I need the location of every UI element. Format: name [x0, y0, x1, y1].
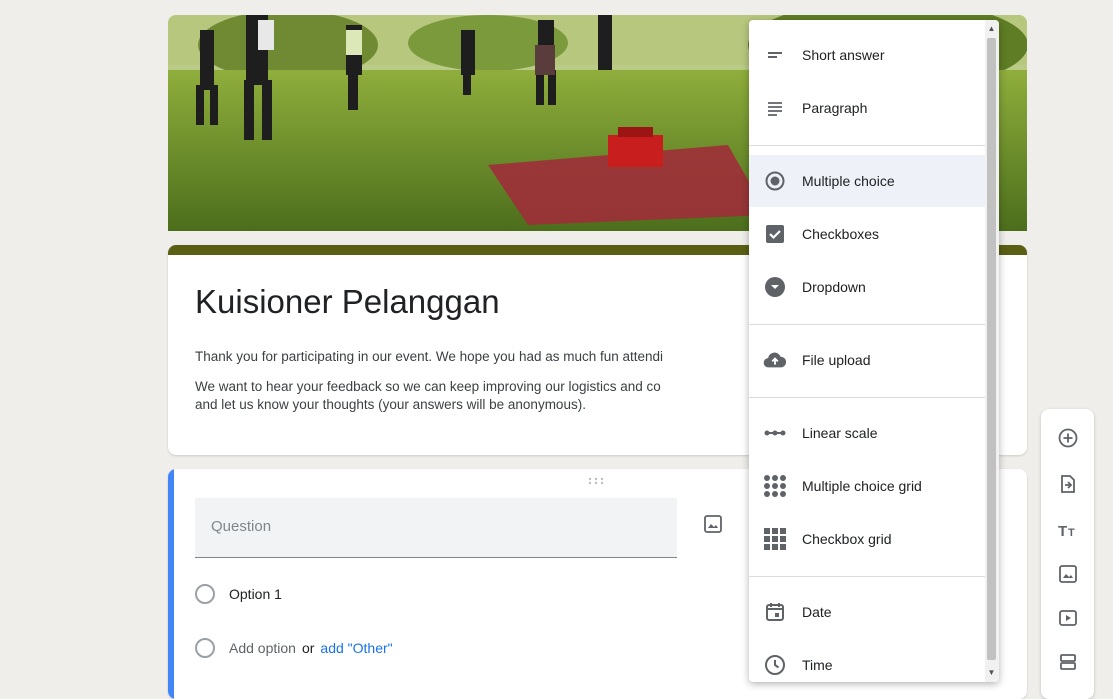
menu-item-label: Multiple choice grid — [802, 478, 922, 494]
menu-item-paragraph[interactable]: Paragraph — [749, 82, 985, 134]
svg-text:T: T — [1068, 527, 1075, 539]
menu-divider — [749, 576, 985, 577]
menu-item-time[interactable]: Time — [749, 639, 985, 682]
menu-item-label: Paragraph — [802, 100, 868, 116]
question-input[interactable]: Question — [195, 498, 677, 558]
menu-item-multiple-choice[interactable]: Multiple choice — [749, 155, 985, 207]
menu-item-multiple-choice-grid[interactable]: Multiple choice grid — [749, 460, 985, 512]
description-line: Thank you for participating in our event… — [195, 349, 664, 364]
add-image-icon[interactable] — [703, 514, 723, 539]
menu-scrollbar[interactable]: ▲ ▼ — [985, 20, 999, 682]
menu-item-date[interactable]: Date — [749, 586, 985, 638]
menu-item-label: Linear scale — [802, 425, 878, 441]
drag-handle-icon[interactable] — [587, 477, 605, 485]
menu-item-file-upload[interactable]: File upload — [749, 334, 985, 386]
short-answer-icon — [763, 43, 787, 67]
active-card-indicator — [168, 469, 174, 699]
menu-divider — [749, 324, 985, 325]
menu-item-label: Time — [802, 657, 833, 673]
checkbox-grid-icon — [763, 527, 787, 551]
add-title-icon[interactable]: TT — [1056, 518, 1080, 542]
add-video-icon[interactable] — [1056, 606, 1080, 630]
clock-icon — [763, 653, 787, 677]
form-title[interactable]: Kuisioner Pelanggan — [195, 283, 500, 321]
menu-item-checkboxes[interactable]: Checkboxes — [749, 208, 985, 260]
menu-item-label: Date — [802, 604, 832, 620]
menu-divider — [749, 145, 985, 146]
add-question-icon[interactable] — [1056, 426, 1080, 450]
svg-text:T: T — [1058, 523, 1067, 540]
scroll-up-icon[interactable]: ▲ — [987, 24, 996, 34]
option-row[interactable]: Option 1 — [195, 584, 282, 604]
dropdown-icon — [763, 275, 787, 299]
cloud-upload-icon — [763, 348, 787, 372]
menu-item-checkbox-grid[interactable]: Checkbox grid — [749, 513, 985, 565]
radio-icon — [763, 169, 787, 193]
menu-divider — [749, 397, 985, 398]
question-type-menu[interactable]: Short answer Paragraph Multiple choice C… — [749, 20, 999, 682]
menu-item-dropdown[interactable]: Dropdown — [749, 261, 985, 313]
add-option-row[interactable]: Add option or add "Other" — [195, 638, 393, 658]
add-section-icon[interactable] — [1056, 650, 1080, 674]
radio-icon — [195, 638, 215, 658]
scroll-down-icon[interactable]: ▼ — [987, 668, 996, 678]
grid-icon — [763, 474, 787, 498]
calendar-icon — [763, 600, 787, 624]
menu-item-label: Checkboxes — [802, 226, 880, 242]
form-description[interactable]: Thank you for participating in our event… — [195, 348, 735, 426]
scrollbar-thumb[interactable] — [987, 38, 996, 660]
menu-item-linear-scale[interactable]: Linear scale — [749, 407, 985, 459]
description-line: We want to hear your feedback so we can … — [195, 379, 661, 394]
import-questions-icon[interactable] — [1056, 472, 1080, 496]
radio-icon — [195, 584, 215, 604]
linear-scale-icon — [763, 421, 787, 445]
menu-item-label: Dropdown — [802, 279, 866, 295]
menu-item-label: Short answer — [802, 47, 885, 63]
add-other-button[interactable]: add "Other" — [320, 640, 392, 656]
menu-item-label: File upload — [802, 352, 871, 368]
menu-item-short-answer[interactable]: Short answer — [749, 29, 985, 81]
menu-item-label: Multiple choice — [802, 173, 895, 189]
menu-item-label: Checkbox grid — [802, 531, 892, 547]
side-toolbar: TT — [1041, 409, 1094, 699]
or-text: or — [301, 640, 315, 656]
description-line: and let us know your thoughts (your answ… — [195, 397, 586, 412]
paragraph-icon — [763, 96, 787, 120]
option-label[interactable]: Option 1 — [229, 586, 282, 602]
checkbox-icon — [763, 222, 787, 246]
add-option-button[interactable]: Add option — [229, 640, 296, 656]
add-image-icon[interactable] — [1056, 562, 1080, 586]
